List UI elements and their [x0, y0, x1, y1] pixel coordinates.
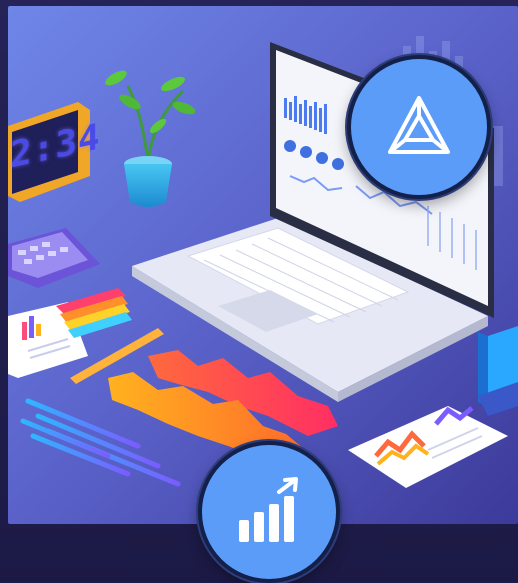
cube-bar-chart-icon [478, 326, 518, 416]
triangle-network-icon [388, 96, 450, 154]
network-badge-button[interactable] [347, 55, 491, 199]
growth-badge-button[interactable] [198, 441, 340, 583]
growth-chart-icon [239, 477, 298, 542]
